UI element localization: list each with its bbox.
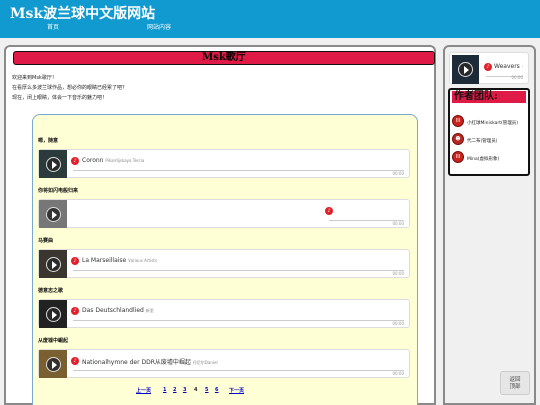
song-title: Coronn Pikardijskaya Tercia [82,157,144,164]
netease-music-icon[interactable]: ♪ [325,207,333,215]
song-artist: 丹尼尔Daniel [192,360,218,365]
member-name: 代二布(管理员) [467,139,498,144]
avatar: ІІІ [452,151,464,163]
play-time: 00:00 [392,271,404,276]
page-link-5[interactable]: 5 [205,387,208,393]
play-time: 00:00 [511,75,523,80]
page-link-2[interactable]: 2 [173,387,176,393]
song-artist: 新里 [145,308,154,313]
album-cover[interactable] [39,250,67,278]
song-artist: Pikardijskaya Tercia [105,158,145,163]
play-icon[interactable] [45,256,61,272]
music-player: ♪ Das Deutschlandlied 新里 00:00 [38,299,410,328]
song-heading: 马赛曲 [38,238,54,244]
play-time: 00:00 [392,371,404,376]
member-name: Mina(虚拟形象) [467,157,500,162]
sidebar-music-player: ♪ Weavers - 00:00 [449,52,529,84]
play-icon[interactable] [458,62,473,77]
song-name: Coronn [82,157,104,164]
main-panel: Msk歌厅 欢迎来到Msk歌厅！ 在看厚么多波兰球作品，想必你的眼睛已经累了吧？… [4,45,436,405]
progress-bar[interactable] [73,170,404,171]
album-cover[interactable] [39,350,67,378]
play-icon[interactable] [45,156,61,172]
netease-music-icon[interactable]: ♪ [71,307,79,315]
song-heading: 德意志之歌 [38,288,64,294]
song-name: La Marseillaise [82,257,127,264]
album-cover[interactable] [39,150,67,178]
song-name: Das Deutschlandlied [82,307,144,314]
page-link-1[interactable]: 1 [163,387,166,393]
site-header: Msk波兰球中文版网站 首页 网站内容 [0,0,540,38]
page-link-3[interactable]: 3 [183,387,186,393]
avatar: ☻ [452,133,464,145]
music-player: ♪ Nationalhymne der DDR从废墟中崛起 丹尼尔Daniel … [38,349,410,378]
music-list-box: 嗯，随意 ♪ Coronn Pikardijskaya Tercia 00:00… [32,114,418,405]
back-to-top-button[interactable]: 返回 顶部 [500,371,530,395]
song-artist: Various Artists [128,258,157,263]
member-name: 小红球Miniskart(管理员) [467,121,518,126]
song-title: Das Deutschlandlied 新里 [82,307,154,314]
album-cover[interactable] [39,200,67,228]
song-name: Nationalhymne der DDR从废墟中崛起 [82,359,191,366]
intro-line-1: 欢迎来到Msk歌厅！ [12,75,57,81]
nav-home-link[interactable]: 首页 [47,22,59,31]
avatar: ІІІ [452,115,464,127]
netease-music-icon[interactable]: ♪ [484,63,492,71]
song-artist: - [521,64,524,69]
author-team-panel: 作者团队: ІІІ 小红球Miniskart(管理员) ☻ 代二布(管理员) І… [448,88,530,176]
play-time: 00:00 [392,171,404,176]
progress-bar[interactable] [73,370,404,371]
progress-bar[interactable] [73,270,404,271]
song-heading: 嗯，随意 [38,138,59,144]
music-player: ♪ La Marseillaise Various Artists 00:00 [38,249,410,278]
song-name: Weavers [494,63,520,70]
song-title: Weavers - [494,63,523,70]
netease-music-icon[interactable]: ♪ [71,257,79,265]
back-to-top-line1: 返回 [509,377,521,383]
album-cover[interactable] [452,55,479,84]
intro-line-2: 在看厚么多波兰球作品，想必你的眼睛已经累了吧？ [12,85,128,91]
music-player: ♪ 00:00 [38,199,410,228]
play-time: 00:00 [392,221,404,226]
song-title: La Marseillaise Various Artists [82,257,157,264]
album-cover[interactable] [39,300,67,328]
team-title: 作者团队: [452,91,526,103]
netease-music-icon[interactable]: ♪ [71,157,79,165]
music-player: ♪ Coronn Pikardijskaya Tercia 00:00 [38,149,410,178]
intro-line-3: 现在，闭上眼睛，体会一下音乐的魅力吧！ [12,95,108,101]
netease-music-icon[interactable]: ♪ [71,357,79,365]
play-icon[interactable] [45,356,61,372]
song-heading: 你将如闪电般归来 [38,188,79,194]
play-icon[interactable] [45,306,61,322]
nav-content-link[interactable]: 网站内容 [147,22,171,31]
page-link-6[interactable]: 6 [215,387,218,393]
song-heading: 从废墟中崛起 [38,338,69,344]
page-current: 4 [194,387,198,393]
progress-bar[interactable] [73,320,404,321]
song-title: Nationalhymne der DDR从废墟中崛起 丹尼尔Daniel [82,357,218,366]
site-title[interactable]: Msk波兰球中文版网站 [10,3,155,23]
play-time: 00:00 [392,321,404,326]
prev-page-link[interactable]: 上一页 [136,387,151,394]
play-icon[interactable] [45,206,61,222]
next-page-link[interactable]: 下一页 [229,387,244,394]
page-title: Msk歌厅 [13,51,435,65]
back-to-top-line2: 顶部 [509,384,521,390]
